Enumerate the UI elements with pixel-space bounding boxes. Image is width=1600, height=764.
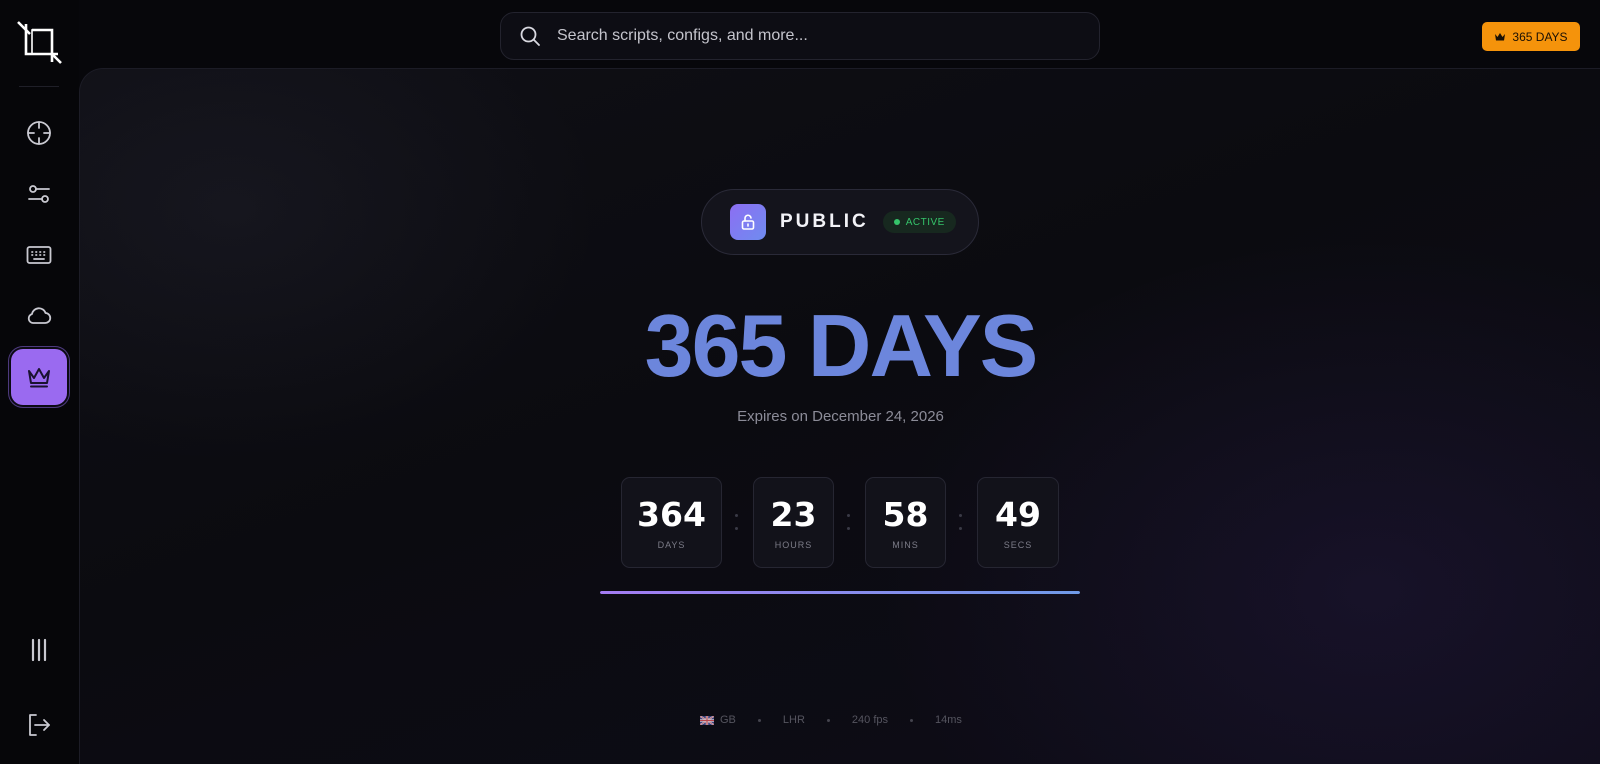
subscription-progress-fill bbox=[600, 591, 1080, 594]
sidebar-item-library[interactable] bbox=[11, 622, 67, 678]
lock-open-icon bbox=[730, 204, 766, 240]
tier-label: PUBLIC bbox=[780, 211, 869, 232]
subscription-status-pill: PUBLIC ACTIVE bbox=[701, 189, 979, 255]
stat-separator bbox=[910, 718, 914, 722]
stat-separator bbox=[757, 718, 761, 722]
crop-logo-icon[interactable] bbox=[14, 18, 64, 68]
countdown-secs: 49 SECS bbox=[977, 477, 1059, 568]
countdown-unit-label: MINS bbox=[892, 539, 919, 550]
sidebar-divider bbox=[19, 86, 59, 87]
server-label: LHR bbox=[782, 714, 805, 726]
sidebar-item-premium[interactable] bbox=[11, 349, 67, 405]
sidebar-item-settings[interactable] bbox=[11, 166, 67, 222]
logout-icon bbox=[29, 714, 50, 736]
region-label: GB bbox=[720, 714, 736, 726]
countdown-separator bbox=[958, 514, 962, 530]
latency-label: 14ms bbox=[935, 714, 962, 726]
sliders-icon bbox=[28, 185, 50, 203]
duration-title: 365 DAYS bbox=[644, 296, 1039, 395]
expiry-date-text: Expires on December 24, 2026 bbox=[737, 408, 944, 425]
crosshair-icon bbox=[27, 121, 51, 145]
keyboard-icon bbox=[26, 246, 52, 264]
countdown-value: 23 bbox=[770, 494, 817, 534]
status-dot bbox=[893, 219, 900, 225]
countdown-separator bbox=[734, 514, 738, 530]
countdown-days: 364 DAYS bbox=[621, 477, 722, 568]
library-icon bbox=[31, 638, 47, 662]
search-input[interactable] bbox=[557, 27, 1077, 45]
countdown-hours: 23 HOURS bbox=[753, 477, 834, 568]
countdown-unit-label: DAYS bbox=[657, 539, 686, 550]
sidebar-item-keybinds[interactable] bbox=[11, 227, 67, 283]
crown-icon bbox=[28, 368, 50, 388]
crown-icon bbox=[1495, 32, 1506, 40]
countdown-unit-label: SECS bbox=[1003, 539, 1033, 550]
countdown-value: 364 bbox=[637, 494, 706, 534]
sidebar-item-cloud[interactable] bbox=[11, 288, 67, 344]
stat-separator bbox=[826, 718, 830, 722]
search-icon bbox=[520, 26, 540, 46]
countdown-value: 58 bbox=[882, 494, 929, 534]
countdown-separator bbox=[846, 514, 850, 530]
cloud-icon bbox=[27, 307, 52, 324]
region-stat: GB bbox=[700, 714, 736, 726]
sidebar bbox=[0, 0, 79, 764]
status-badge-label: ACTIVE bbox=[905, 216, 945, 228]
subscription-progress-bar bbox=[600, 591, 1080, 594]
plan-badge-button[interactable]: 365 DAYS bbox=[1482, 22, 1580, 51]
fps-label: 240 fps bbox=[851, 714, 889, 726]
status-badge: ACTIVE bbox=[882, 211, 956, 233]
sidebar-item-logout[interactable] bbox=[11, 697, 67, 753]
countdown-unit-label: HOURS bbox=[774, 539, 813, 550]
plan-badge-label: 365 DAYS bbox=[1512, 29, 1568, 44]
uk-flag-icon bbox=[700, 715, 714, 725]
countdown-mins: 58 MINS bbox=[865, 477, 946, 568]
search-bar[interactable] bbox=[500, 12, 1100, 60]
sidebar-item-crosshair[interactable] bbox=[11, 105, 67, 161]
footer-stats: GB LHR 240 fps 14ms bbox=[700, 712, 1000, 728]
countdown-value: 49 bbox=[995, 494, 1041, 534]
